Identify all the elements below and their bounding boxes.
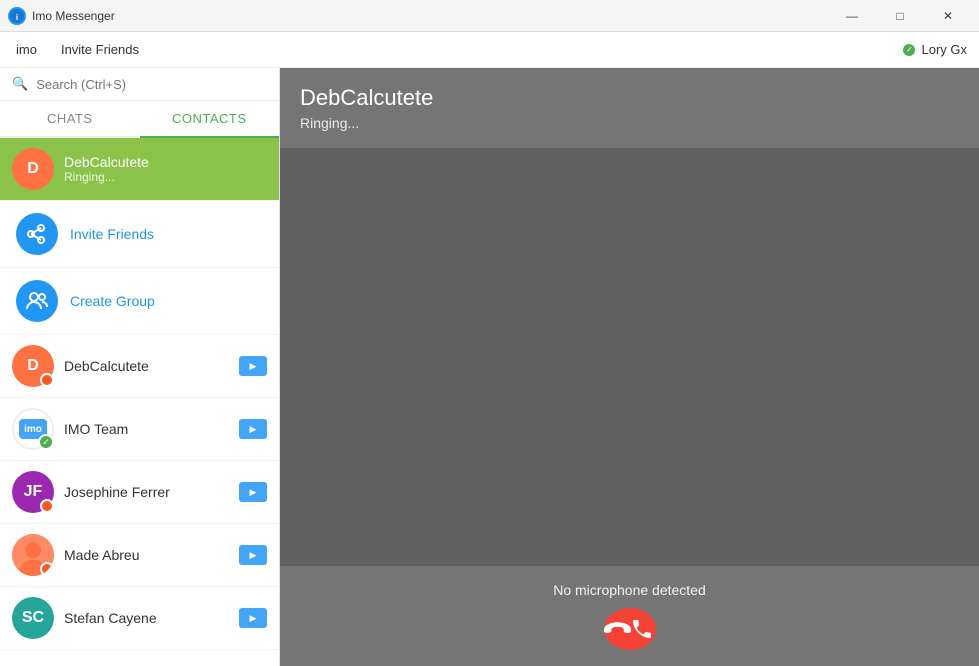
- titlebar: i Imo Messenger — □ ✕: [0, 0, 979, 32]
- create-group-item[interactable]: Create Group: [0, 268, 279, 335]
- share-icon-bg: [16, 213, 58, 255]
- avatar: JF: [12, 471, 54, 513]
- call-panel: DebCalcutete Ringing... No microphone de…: [280, 68, 979, 666]
- tab-contacts[interactable]: CONTACTS: [140, 101, 280, 138]
- contact-josephine-ferrer[interactable]: JF Josephine Ferrer: [0, 461, 279, 524]
- chat-info: Stefan Cayene: [64, 610, 229, 626]
- chat-info: Made Abreu: [64, 547, 229, 563]
- search-icon: 🔍: [12, 76, 28, 92]
- titlebar-left: i Imo Messenger: [8, 7, 115, 25]
- contact-badge: [40, 499, 54, 513]
- chat-status: Ringing...: [64, 170, 267, 184]
- contact-debcalcutete[interactable]: D DebCalcutete: [0, 335, 279, 398]
- contact-name: DebCalcutete: [64, 358, 229, 374]
- invite-friends-item[interactable]: Invite Friends: [0, 201, 279, 268]
- group-icon-bg: [16, 280, 58, 322]
- chat-info: DebCalcutete Ringing...: [64, 154, 267, 184]
- titlebar-controls: — □ ✕: [829, 0, 971, 32]
- svg-text:i: i: [16, 13, 18, 22]
- video-call-icon[interactable]: [239, 545, 267, 565]
- no-microphone-text: No microphone detected: [553, 582, 706, 598]
- video-call-icon[interactable]: [239, 419, 267, 439]
- tab-chats[interactable]: CHATS: [0, 101, 140, 136]
- contact-name: Made Abreu: [64, 547, 229, 563]
- end-call-button[interactable]: [604, 608, 656, 650]
- call-header: DebCalcutete Ringing...: [280, 68, 979, 148]
- sidebar: 🔍 CHATS CONTACTS D DebCalcutete Ringing.…: [0, 68, 280, 666]
- minimize-button[interactable]: —: [829, 0, 875, 32]
- contact-name: Josephine Ferrer: [64, 484, 229, 500]
- tabs: CHATS CONTACTS: [0, 101, 279, 138]
- chat-info: IMO Team: [64, 421, 229, 437]
- close-button[interactable]: ✕: [925, 0, 971, 32]
- verified-badge: ✓: [38, 434, 54, 450]
- contact-badge: [40, 562, 54, 576]
- online-status-icon: [903, 44, 915, 56]
- contact-imo-team[interactable]: imo ✓ IMO Team: [0, 398, 279, 461]
- search-bar: 🔍: [0, 68, 279, 101]
- contact-badge: [40, 373, 54, 387]
- call-status: Ringing...: [300, 115, 959, 131]
- avatar: [12, 534, 54, 576]
- video-call-icon[interactable]: [239, 356, 267, 376]
- menubar-left: imo Invite Friends: [12, 38, 143, 61]
- create-group-label: Create Group: [70, 293, 155, 309]
- contact-list: D DebCalcutete Ringing...: [0, 138, 279, 666]
- call-footer: No microphone detected: [280, 566, 979, 666]
- avatar: D: [12, 148, 54, 190]
- imo-team-avatar: imo ✓: [12, 408, 54, 450]
- app-logo: i: [8, 7, 26, 25]
- contact-made-abreu[interactable]: Made Abreu: [0, 524, 279, 587]
- chat-name: DebCalcutete: [64, 154, 267, 170]
- contact-name: IMO Team: [64, 421, 229, 437]
- main-layout: 🔍 CHATS CONTACTS D DebCalcutete Ringing.…: [0, 68, 979, 666]
- invite-friends-label: Invite Friends: [70, 226, 154, 242]
- maximize-button[interactable]: □: [877, 0, 923, 32]
- video-call-icon[interactable]: [239, 608, 267, 628]
- avatar: SC: [12, 597, 54, 639]
- app-title: Imo Messenger: [32, 9, 115, 23]
- user-name: Lory Gx: [921, 42, 967, 57]
- menu-invite-friends[interactable]: Invite Friends: [57, 38, 143, 61]
- avatar: D: [12, 345, 54, 387]
- call-video-area: [280, 148, 979, 566]
- menubar-right: Lory Gx: [903, 42, 967, 57]
- call-contact-name: DebCalcutete: [300, 85, 959, 111]
- chat-info: DebCalcutete: [64, 358, 229, 374]
- search-input[interactable]: [36, 77, 267, 92]
- contact-stefan-cayene[interactable]: SC Stefan Cayene: [0, 587, 279, 650]
- chat-info: Josephine Ferrer: [64, 484, 229, 500]
- active-chat-item[interactable]: D DebCalcutete Ringing...: [0, 138, 279, 201]
- menu-imo[interactable]: imo: [12, 38, 41, 61]
- menubar: imo Invite Friends Lory Gx: [0, 32, 979, 68]
- video-call-icon[interactable]: [239, 482, 267, 502]
- contact-name: Stefan Cayene: [64, 610, 229, 626]
